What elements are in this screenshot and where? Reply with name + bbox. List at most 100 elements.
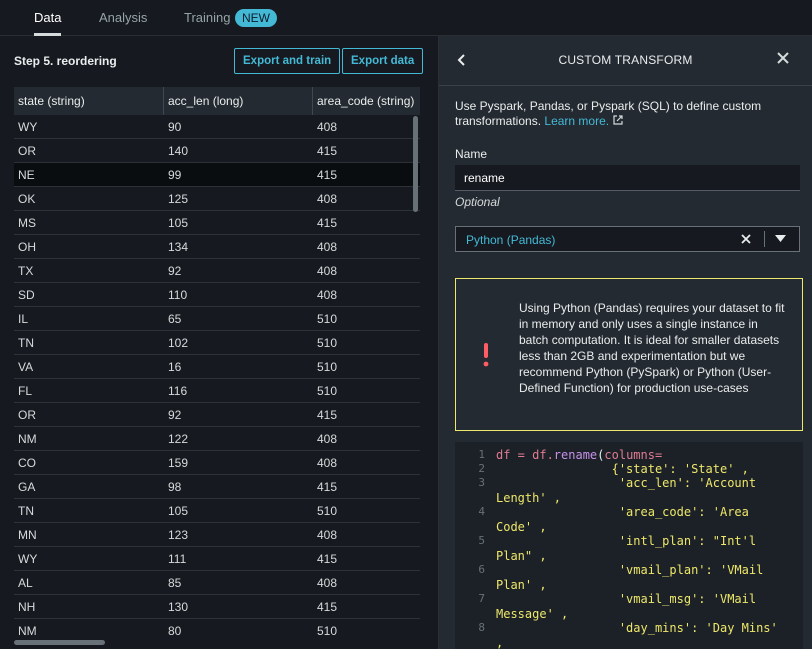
- tab-training[interactable]: Training: [184, 0, 230, 36]
- table-cell: IL: [18, 312, 29, 326]
- code-line: 8 'day_mins': 'Day Mins': [455, 621, 803, 636]
- table-row[interactable]: TN 102 510: [14, 331, 420, 355]
- horizontal-scrollbar[interactable]: [14, 640, 105, 645]
- table-cell: 510: [317, 624, 338, 638]
- table-cell: 16: [168, 360, 182, 374]
- tab-analysis[interactable]: Analysis: [99, 0, 147, 36]
- table-row[interactable]: WY 111 415: [14, 547, 420, 571]
- table-cell: 415: [317, 552, 338, 566]
- code-text: 'day_mins': 'Day Mins': [496, 621, 778, 635]
- code-line: 3 'acc_len': 'Account: [455, 476, 803, 491]
- export-and-train-button[interactable]: Export and train: [234, 48, 341, 74]
- table-cell: MN: [18, 528, 37, 542]
- table-cell: 110: [168, 288, 188, 302]
- code-line: Plan' ,: [455, 578, 803, 593]
- external-link-icon[interactable]: [612, 114, 624, 126]
- table-row[interactable]: OH 134 408: [14, 235, 420, 259]
- table-cell: 116: [168, 384, 188, 398]
- table-cell: 98: [168, 480, 182, 494]
- warning-alert: Using Python (Pandas) requires your data…: [455, 278, 803, 431]
- table-row[interactable]: OR 92 415: [14, 403, 420, 427]
- table-row[interactable]: NE 99 415: [14, 163, 420, 187]
- code-text: Code' ,: [496, 520, 547, 534]
- table-cell: 408: [317, 456, 338, 470]
- table-cell: 415: [317, 216, 338, 230]
- table-row[interactable]: MS 105 415: [14, 211, 420, 235]
- table-row[interactable]: WY 90 408: [14, 115, 420, 139]
- table-row[interactable]: TN 105 510: [14, 499, 420, 523]
- table-row[interactable]: IL 65 510: [14, 307, 420, 331]
- code-text: Message' ,: [496, 607, 569, 621]
- code-editor[interactable]: 1 df = df.rename(columns= 2 {'state': 'Sta…: [455, 442, 803, 649]
- table-row[interactable]: GA 98 415: [14, 475, 420, 499]
- caret-down-icon[interactable]: [775, 235, 786, 243]
- language-select[interactable]: Python (Pandas): [455, 226, 800, 252]
- table-cell: 105: [168, 504, 189, 518]
- code-text: 'area_code': 'Area: [496, 505, 749, 519]
- table-cell: 415: [317, 144, 338, 158]
- line-number: 8: [478, 621, 485, 634]
- table-cell: OK: [18, 192, 36, 206]
- table-row[interactable]: CO 159 408: [14, 451, 420, 475]
- table-row[interactable]: MN 123 408: [14, 523, 420, 547]
- clear-icon[interactable]: [740, 233, 752, 245]
- table-cell: 415: [317, 480, 338, 494]
- data-panel: Step 5. reordering Export and train Expo…: [0, 36, 438, 649]
- tab-data[interactable]: Data: [34, 0, 62, 36]
- exclamation-icon: [483, 343, 489, 367]
- table-cell: FL: [18, 384, 33, 398]
- table-row[interactable]: NH 130 415: [14, 595, 420, 619]
- table-row[interactable]: NM 80 510: [14, 619, 420, 642]
- table-row[interactable]: FL 116 510: [14, 379, 420, 403]
- table-cell: 90: [168, 120, 182, 134]
- table-cell: 102: [168, 336, 189, 350]
- top-tab-bar: Data Analysis Training NEW: [0, 0, 812, 36]
- code-text: 'vmail_msg': 'VMail: [496, 592, 757, 606]
- table-cell: VA: [18, 360, 34, 374]
- table-cell: 92: [168, 264, 182, 278]
- table-row[interactable]: VA 16 510: [14, 355, 420, 379]
- code-line: 2 {'state': 'State' ,: [455, 462, 803, 477]
- code-text: Plan' ,: [496, 578, 547, 592]
- code-line: 7 'vmail_msg': 'VMail: [455, 592, 803, 607]
- panel-description: Use Pyspark, Pandas, or Pyspark (SQL) to…: [455, 99, 795, 129]
- table-cell: 130: [168, 600, 189, 614]
- code-line: 1 df = df.rename(columns=: [455, 448, 803, 463]
- line-number: 4: [478, 505, 485, 518]
- table-cell: 123: [168, 528, 189, 542]
- column-header-area-code[interactable]: area_code (string): [313, 87, 420, 115]
- column-header-acc-len[interactable]: acc_len (long): [164, 87, 313, 115]
- table-row[interactable]: TX 92 408: [14, 259, 420, 283]
- code-line: Message' ,: [455, 607, 803, 622]
- table-cell: AL: [18, 576, 33, 590]
- table-cell: OR: [18, 408, 36, 422]
- table-cell: 159: [168, 456, 189, 470]
- code-line: Length' ,: [455, 491, 803, 506]
- table-cell: 408: [317, 432, 338, 446]
- code-line: 6 'vmail_plan': 'VMail: [455, 563, 803, 578]
- export-data-button[interactable]: Export data: [342, 48, 424, 74]
- table-cell: OR: [18, 144, 36, 158]
- table-row[interactable]: AL 85 408: [14, 571, 420, 595]
- table-cell: 408: [317, 192, 338, 206]
- table-row[interactable]: OK 125 408: [14, 187, 420, 211]
- table-cell: 408: [317, 264, 338, 278]
- data-table: state (string) acc_len (long) area_code …: [14, 87, 420, 642]
- table-cell: 122: [168, 432, 189, 446]
- table-row[interactable]: SD 110 408: [14, 283, 420, 307]
- table-cell: WY: [18, 120, 38, 134]
- learn-more-link[interactable]: Learn more.: [544, 114, 609, 128]
- table-row[interactable]: OR 140 415: [14, 139, 420, 163]
- vertical-scrollbar[interactable]: [413, 116, 418, 212]
- optional-label: Optional: [455, 195, 500, 209]
- table-cell: 408: [317, 288, 338, 302]
- column-header-state[interactable]: state (string): [14, 87, 164, 115]
- close-icon[interactable]: [775, 50, 791, 66]
- table-cell: 140: [168, 144, 189, 158]
- table-cell: 105: [168, 216, 189, 230]
- table-cell: 85: [168, 576, 182, 590]
- code-line: Plan" ,: [455, 549, 803, 564]
- table-row[interactable]: NM 122 408: [14, 427, 420, 451]
- table-cell: NM: [18, 432, 37, 446]
- name-input[interactable]: [455, 165, 800, 191]
